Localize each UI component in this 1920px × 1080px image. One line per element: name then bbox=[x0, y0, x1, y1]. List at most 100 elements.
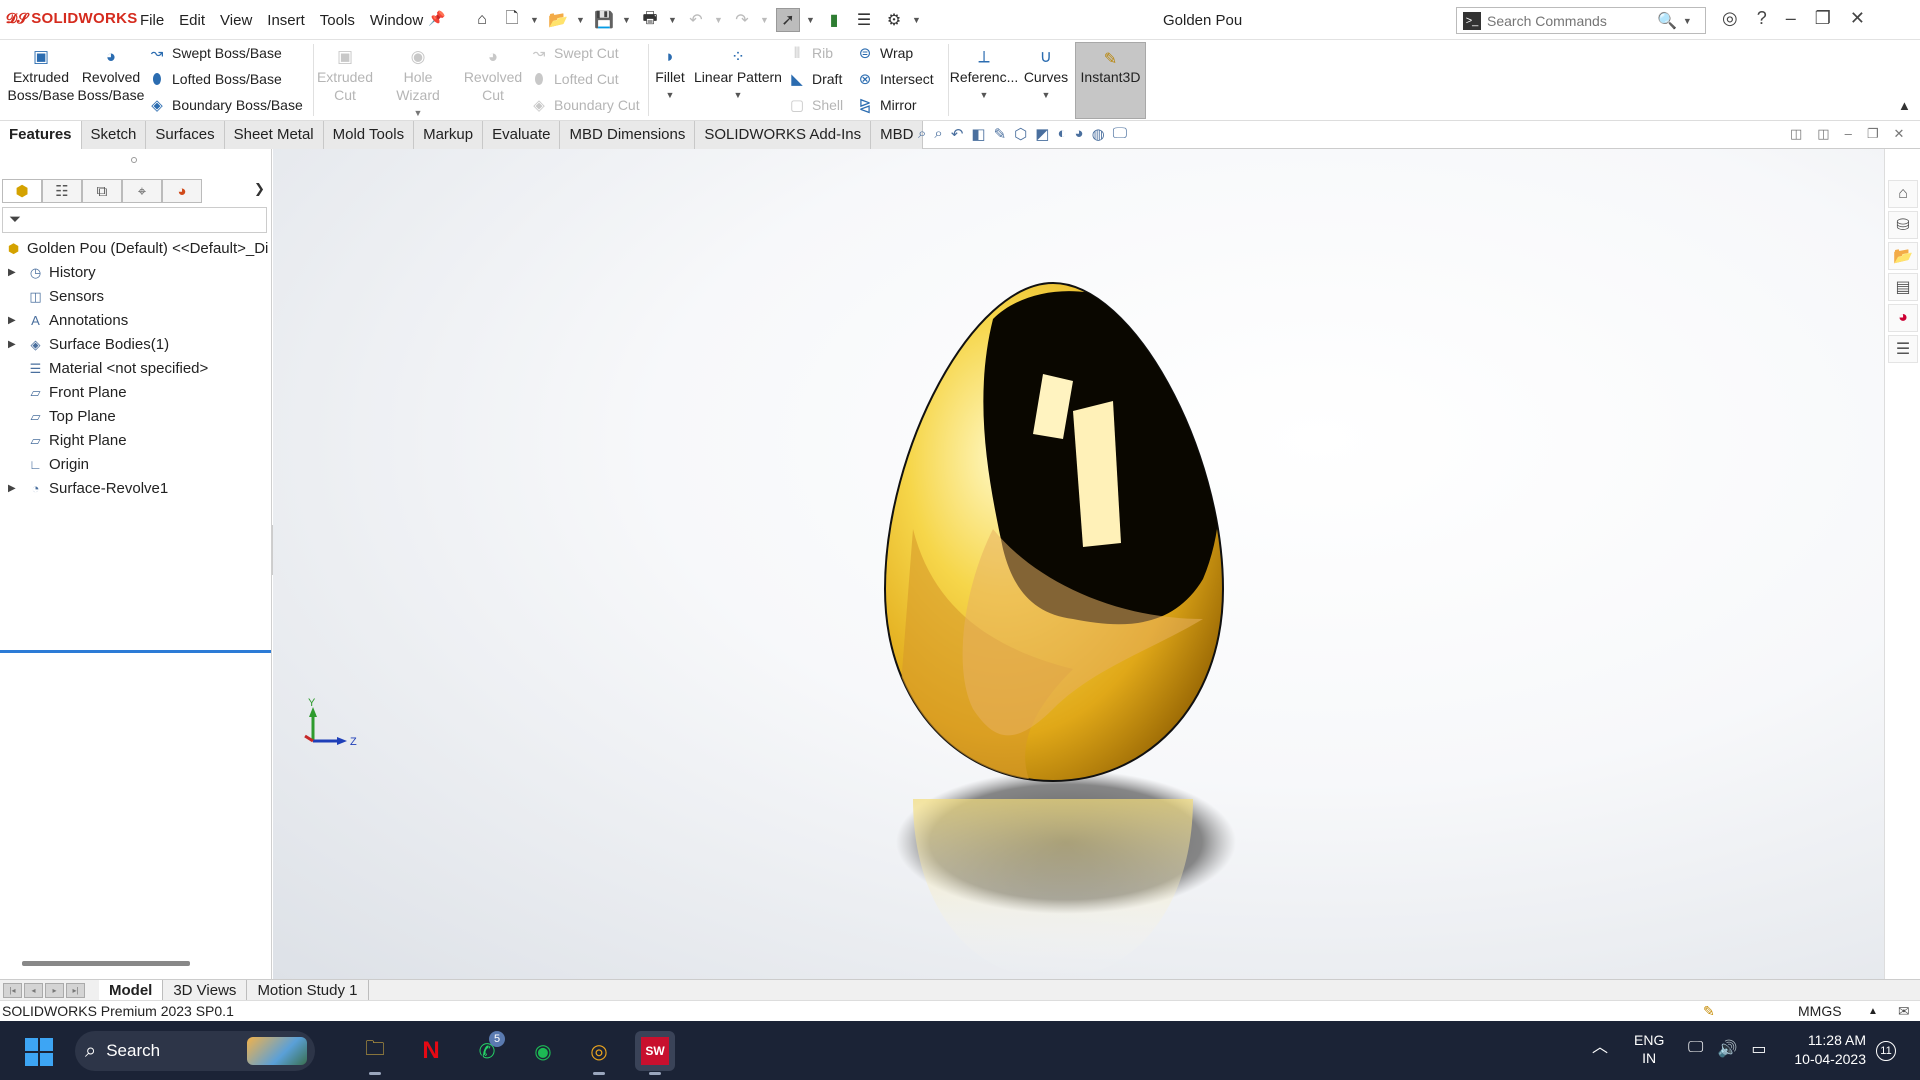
instant3d-button[interactable]: ✎ Instant3D bbox=[1075, 42, 1146, 119]
redo-dropdown-icon[interactable]: ▼ bbox=[760, 15, 770, 25]
input-language[interactable]: ENG IN bbox=[1634, 1031, 1664, 1067]
previous-view-icon[interactable]: ↶ bbox=[951, 125, 964, 143]
netflix-app-icon[interactable]: N bbox=[411, 1031, 451, 1071]
tab-features[interactable]: Features bbox=[0, 121, 82, 149]
select-pointer-icon[interactable]: ➚ bbox=[776, 8, 800, 32]
notifications-badge[interactable]: 11 bbox=[1876, 1041, 1896, 1061]
menu-view[interactable]: View bbox=[220, 12, 252, 29]
user-account-icon[interactable]: ◎ bbox=[1722, 8, 1738, 29]
expand-arrow-icon[interactable]: ▶ bbox=[8, 477, 16, 501]
menu-edit[interactable]: Edit bbox=[179, 12, 205, 29]
linear-pattern-dropdown-icon[interactable]: ▼ bbox=[734, 86, 743, 104]
show-hidden-icons-icon[interactable]: ︿ bbox=[1592, 1033, 1608, 1057]
doc-minimize-icon[interactable]: – bbox=[1845, 126, 1852, 142]
tile-right-icon[interactable]: ◫ bbox=[1817, 126, 1829, 142]
solidworks-logo[interactable]: 𝓓𝓢 SOLIDWORKS bbox=[6, 10, 138, 27]
select-dropdown-icon[interactable]: ▼ bbox=[806, 15, 816, 25]
graphics-area[interactable]: Y Z bbox=[273, 149, 1884, 979]
revolved-boss-button[interactable]: ◕ Revolved Boss/Base bbox=[78, 46, 145, 104]
tree-item-material[interactable]: ☰ Material <not specified> bbox=[0, 357, 272, 381]
boundary-cut-button[interactable]: ◈ Boundary Cut bbox=[530, 94, 639, 116]
hole-wizard-dropdown-icon[interactable]: ▼ bbox=[414, 104, 423, 122]
tab-markup[interactable]: Markup bbox=[414, 121, 484, 149]
tree-filter[interactable]: ⏷ bbox=[2, 207, 267, 233]
search-commands-input[interactable] bbox=[1487, 12, 1657, 29]
quick-tips-icon[interactable]: ✉ bbox=[1898, 1001, 1910, 1022]
menu-window[interactable]: Window bbox=[370, 12, 423, 29]
tree-item-history[interactable]: ▶ ◷ History bbox=[0, 261, 272, 285]
fillet-dropdown-icon[interactable]: ▼ bbox=[666, 86, 675, 104]
view-orientation-icon[interactable]: ⬡ bbox=[1014, 125, 1027, 143]
solidworks-resources-icon[interactable]: ⌂ bbox=[1888, 180, 1918, 208]
tree-item-front-plane[interactable]: ▱ Front Plane bbox=[0, 381, 272, 405]
lofted-boss-button[interactable]: ⬮ Lofted Boss/Base bbox=[148, 68, 281, 90]
zoom-to-area-icon[interactable]: ⌕ bbox=[934, 125, 942, 143]
tab-surfaces[interactable]: Surfaces bbox=[146, 121, 225, 149]
golden-egg-model[interactable] bbox=[883, 281, 1225, 789]
fillet-button[interactable]: ◗ Fillet ▼ bbox=[652, 46, 688, 104]
reference-dropdown-icon[interactable]: ▼ bbox=[980, 86, 989, 104]
draft-button[interactable]: ◣ Draft bbox=[788, 68, 842, 90]
doc-close-icon[interactable]: ✕ bbox=[1893, 126, 1904, 142]
panel-handle[interactable] bbox=[131, 157, 137, 163]
rollback-bar[interactable] bbox=[0, 650, 271, 653]
zoom-to-fit-icon[interactable]: ⌕ bbox=[918, 125, 926, 143]
file-properties-icon[interactable]: ☰ bbox=[852, 8, 876, 32]
shell-button[interactable]: ▢ Shell bbox=[788, 94, 843, 116]
tab-mold-tools[interactable]: Mold Tools bbox=[323, 121, 415, 149]
reference-geometry-button[interactable]: ⟂ Referenc... ▼ bbox=[950, 46, 1018, 104]
first-tab-icon[interactable]: |◂ bbox=[3, 982, 22, 998]
display-manager-tab-icon[interactable]: ◕ bbox=[162, 179, 202, 203]
rebuild-status-icon[interactable]: ✎ bbox=[1703, 1001, 1715, 1022]
unit-system[interactable]: MMGS bbox=[1798, 1001, 1842, 1022]
taskbar-search[interactable]: ⌕ Search bbox=[75, 1031, 315, 1071]
extruded-cut-button[interactable]: ▣ Extruded Cut bbox=[310, 46, 380, 104]
whatsapp-app-icon[interactable]: ✆ 5 bbox=[467, 1031, 507, 1071]
view-settings-icon[interactable]: 🖵 bbox=[1113, 125, 1127, 143]
tab-motion-study-1[interactable]: Motion Study 1 bbox=[247, 979, 369, 1001]
tab-mbd-dimensions[interactable]: MBD Dimensions bbox=[560, 121, 696, 149]
section-view-icon[interactable]: ◧ bbox=[971, 125, 985, 143]
horizontal-scrollbar[interactable] bbox=[22, 961, 190, 966]
hide-show-items-icon[interactable]: ◐ bbox=[1057, 125, 1066, 143]
linear-pattern-button[interactable]: ⁘ Linear Pattern ▼ bbox=[692, 46, 784, 104]
curves-button[interactable]: ∪ Curves ▼ bbox=[1022, 46, 1070, 104]
rebuild-icon[interactable]: ▮ bbox=[822, 8, 846, 32]
close-icon[interactable]: ✕ bbox=[1850, 8, 1865, 29]
solidworks-app-icon[interactable]: SW bbox=[635, 1031, 675, 1075]
panel-expand-arrow-icon[interactable]: ❯ bbox=[254, 181, 265, 197]
expand-arrow-icon[interactable]: ▶ bbox=[8, 309, 16, 333]
dimxpert-manager-tab-icon[interactable]: ⌖ bbox=[122, 179, 162, 203]
doc-restore-icon[interactable]: ❐ bbox=[1867, 126, 1879, 142]
undo-icon[interactable]: ↶ bbox=[684, 8, 708, 32]
windows-start-icon[interactable] bbox=[25, 1038, 53, 1066]
next-tab-icon[interactable]: ▸ bbox=[45, 982, 64, 998]
taskbar-clock[interactable]: 11:28 AM 10-04-2023 bbox=[1786, 1031, 1866, 1069]
tree-item-sensors[interactable]: ◫ Sensors bbox=[0, 285, 272, 309]
save-icon[interactable]: 💾 bbox=[592, 8, 616, 32]
tab-model[interactable]: Model bbox=[99, 979, 164, 1001]
feature-manager-tab-icon[interactable]: ⬢ bbox=[2, 179, 42, 203]
dynamic-annotation-icon[interactable]: ✎ bbox=[994, 125, 1007, 143]
tree-item-annotations[interactable]: ▶ A Annotations bbox=[0, 309, 272, 333]
last-tab-icon[interactable]: ▸| bbox=[66, 982, 85, 998]
undo-dropdown-icon[interactable]: ▼ bbox=[714, 15, 724, 25]
tree-item-origin[interactable]: ∟ Origin bbox=[0, 453, 272, 477]
open-folder-icon[interactable]: 📂 bbox=[546, 8, 570, 32]
tab-sheet-metal[interactable]: Sheet Metal bbox=[224, 121, 324, 149]
mirror-button[interactable]: ⧎ Mirror bbox=[856, 94, 917, 116]
revolved-cut-button[interactable]: ◕ Revolved Cut bbox=[458, 46, 528, 104]
appearances-icon[interactable]: ◕ bbox=[1888, 304, 1918, 332]
search-dropdown-icon[interactable]: ▼ bbox=[1683, 16, 1692, 26]
prev-tab-icon[interactable]: ◂ bbox=[24, 982, 43, 998]
curves-dropdown-icon[interactable]: ▼ bbox=[1042, 86, 1051, 104]
custom-properties-icon[interactable]: ☰ bbox=[1888, 335, 1918, 363]
print-icon[interactable]: 🖶 bbox=[638, 8, 662, 32]
volume-icon[interactable]: 🔊 bbox=[1717, 1039, 1737, 1059]
new-dropdown-icon[interactable]: ▼ bbox=[530, 15, 540, 25]
tree-item-right-plane[interactable]: ▱ Right Plane bbox=[0, 429, 272, 453]
design-library-icon[interactable]: ⛁ bbox=[1888, 211, 1918, 239]
tab-solidworks-addins[interactable]: SOLIDWORKS Add-Ins bbox=[695, 121, 872, 149]
options-gear-icon[interactable]: ⚙ bbox=[882, 8, 906, 32]
menu-insert[interactable]: Insert bbox=[267, 12, 305, 29]
